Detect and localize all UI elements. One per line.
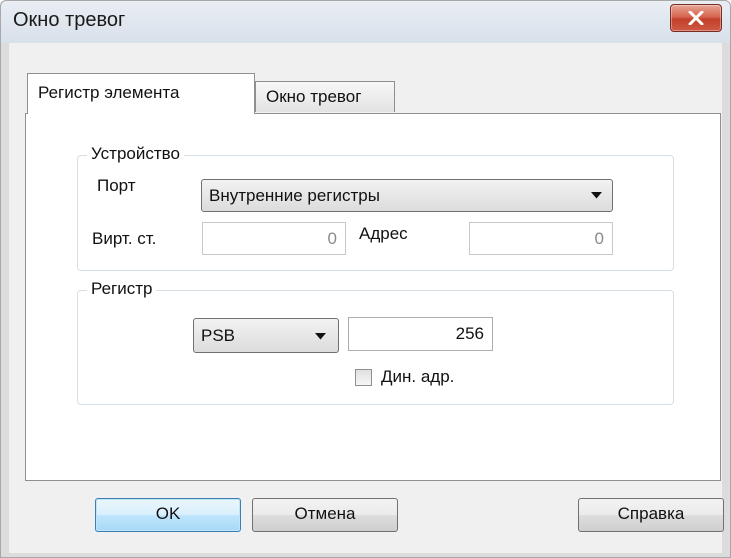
tab-element-register[interactable]: Регистр элемента [27,73,255,114]
device-group-title: Устройство [87,144,184,164]
cancel-button-label: Отмена [294,504,356,523]
close-button[interactable] [670,4,722,32]
tab-label: Окно тревог [266,87,362,106]
tab-label: Регистр элемента [38,83,180,102]
virt-station-field[interactable]: 0 [202,222,346,255]
port-select-value: Внутренние регистры [209,186,380,205]
ok-button-label: OK [155,504,181,523]
window-title: Окно тревог [13,9,126,31]
ok-button[interactable]: OK [95,498,241,532]
dynamic-address-checkbox[interactable] [355,369,372,386]
virt-station-value: 0 [327,229,337,248]
dialog-client-area: Регистр элемента Окно тревог Устройство … [9,43,724,553]
register-type-value: PSB [201,326,236,345]
port-select[interactable]: Внутренние регистры [201,179,613,212]
register-number-field[interactable]: 256 [348,317,493,351]
virt-station-label: Вирт. ст. [92,229,157,248]
title-bar[interactable]: Окно тревог [1,1,730,43]
chevron-down-icon [315,333,326,340]
help-button[interactable]: Справка [578,498,724,532]
alarm-window-dialog: Окно тревог Регистр элемента Окно тревог… [0,0,731,558]
register-number-value: 256 [455,324,484,343]
address-value: 0 [594,229,604,248]
tab-alarm-window[interactable]: Окно тревог [255,81,395,112]
chevron-down-icon [591,192,602,199]
address-field[interactable]: 0 [469,222,613,255]
address-label: Адрес [359,224,408,243]
close-icon [688,11,704,25]
help-button-label: Справка [617,504,685,523]
cancel-button[interactable]: Отмена [252,498,398,532]
tab-panel: Устройство Порт Внутренние регистры Вирт… [25,113,721,481]
register-group-title: Регистр [87,279,157,299]
port-label: Порт [97,176,136,195]
register-type-select[interactable]: PSB [193,318,339,353]
dynamic-address-label: Дин. адр. [381,367,455,386]
